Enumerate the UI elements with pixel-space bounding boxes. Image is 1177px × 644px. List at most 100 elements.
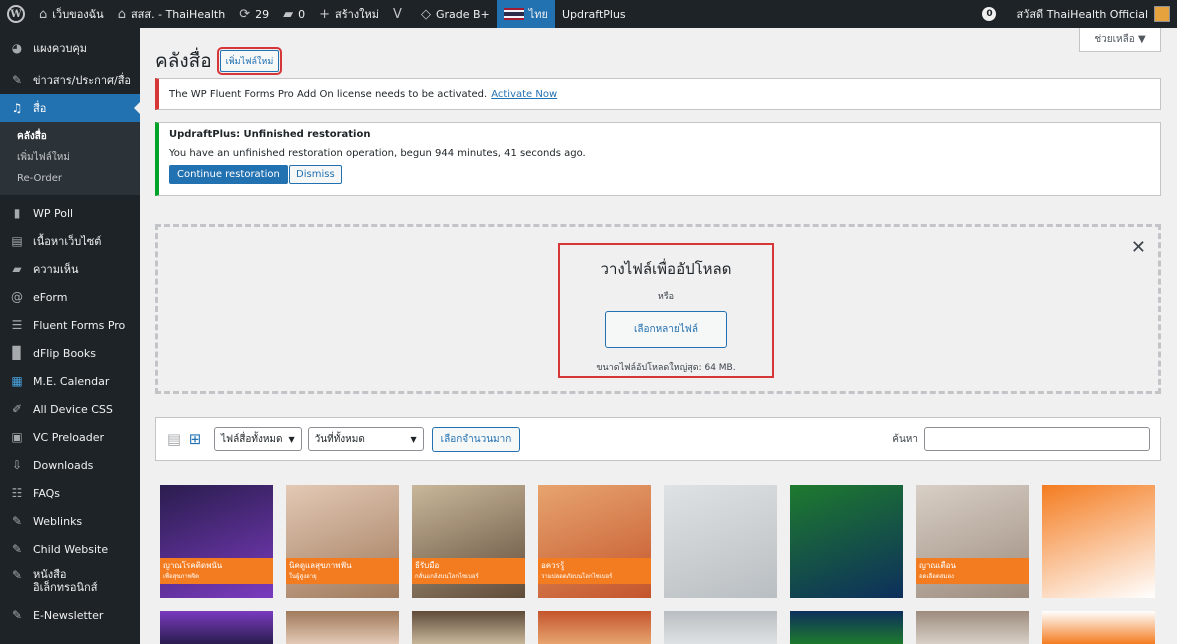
add-new-button[interactable]: เพิ่มไฟล์ใหม่ <box>216 47 283 75</box>
search-input[interactable] <box>924 427 1150 451</box>
media-thumbnail[interactable] <box>790 611 903 644</box>
grid-view-icon[interactable]: ⊞ <box>187 430 203 448</box>
select-files-button[interactable]: เลือกหลายไฟล์ <box>604 311 728 348</box>
sidebar-item-vc-preloader[interactable]: ▣ VC Preloader <box>0 423 140 451</box>
sidebar-item-dflip[interactable]: ▉ dFlip Books <box>0 339 140 367</box>
comment-icon: ▰ <box>12 262 22 276</box>
updraft-notice-text: You have an unfinished restoration opera… <box>169 148 586 159</box>
sidebar-item-label: M.E. Calendar <box>33 374 110 388</box>
sidebar-item-newsletter[interactable]: ✎ E-Newsletter <box>0 601 140 629</box>
media-thumbnail[interactable] <box>790 485 903 598</box>
sidebar-item-wp-poll[interactable]: ▮ WP Poll <box>0 199 140 227</box>
media-thumbnail[interactable] <box>538 611 651 644</box>
sidebar-item-fluent-forms[interactable]: ☰ Fluent Forms Pro <box>0 311 140 339</box>
media-thumbnail[interactable] <box>1042 611 1155 644</box>
sidebar-item-faqs[interactable]: ☷ FAQs <box>0 479 140 507</box>
poll-icon: ▮ <box>13 206 21 220</box>
updates-menu[interactable]: ⟳ 29 <box>232 0 276 28</box>
sidebar-item-label: แผงควบคุม <box>33 42 88 55</box>
language-label: ไทย <box>528 8 548 21</box>
grade-menu[interactable]: ◇ Grade B+ <box>414 0 497 28</box>
notifications-menu[interactable]: 0 <box>975 0 1009 28</box>
thumbnail-caption-title: นิคดูแลสุขภาพฟัน <box>289 561 352 570</box>
sidebar-item-child-website[interactable]: ✎ Child Website <box>0 535 140 563</box>
upload-max-size: ขนาดไฟล์อัปโหลดใหญ่สุด: 64 MB. <box>596 363 736 373</box>
media-thumbnail[interactable] <box>916 611 1029 644</box>
new-content-menu[interactable]: + สร้างใหม่ <box>312 0 386 28</box>
sidebar-item-dashboard[interactable]: ◕ แผงควบคุม <box>0 34 140 62</box>
submenu-item-library[interactable]: คลังสื่อ <box>0 126 140 147</box>
media-thumbnail[interactable] <box>160 611 273 644</box>
media-thumbnail[interactable] <box>1042 485 1155 598</box>
media-icon: ♫ <box>11 101 23 115</box>
comments-menu[interactable]: ▰ 0 <box>276 0 312 28</box>
upload-title: วางไฟล์เพื่ออัปโหลด <box>600 260 732 278</box>
site-name-menu[interactable]: ⌂ เว็บของฉัน <box>32 0 111 28</box>
list-view-icon[interactable]: ▤ <box>166 430 182 448</box>
thumbnail-caption: นิคดูแลสุขภาพฟัน ในผู้สูงอายุ <box>286 558 399 584</box>
media-thumbnail[interactable]: ญาณโรคติดพนัน เพื่อสุขภาพจิต <box>160 485 273 598</box>
book-icon: ▉ <box>12 346 22 360</box>
thumbnail-caption: ธีรับมือ กลั่นแกล้งบนโลกไซเบอร์ <box>412 558 525 584</box>
sidebar-item-downloads[interactable]: ⇩ Downloads <box>0 451 140 479</box>
visual-composer-menu[interactable]: V <box>386 0 414 28</box>
media-thumbnail[interactable] <box>286 611 399 644</box>
continue-restoration-button[interactable]: Continue restoration <box>169 165 288 184</box>
sidebar-item-news[interactable]: ✎ ข่าวสาร/ประกาศ/สื่อ <box>0 66 140 94</box>
media-thumbnail[interactable] <box>412 611 525 644</box>
main-content: ช่วยเหลือ ▼ คลังสื่อ เพิ่มไฟล์ใหม่ The W… <box>140 28 1177 644</box>
updates-icon: ⟳ <box>239 6 251 22</box>
media-thumbnail[interactable]: ธีรับมือ กลั่นแกล้งบนโลกไซเบอร์ <box>412 485 525 598</box>
sidebar-item-comments[interactable]: ▰ ความเห็น <box>0 255 140 283</box>
page-icon: ▤ <box>11 234 23 248</box>
help-tab-button[interactable]: ช่วยเหลือ ▼ <box>1079 28 1161 52</box>
media-thumbnail[interactable] <box>664 485 777 598</box>
submenu-item-reorder[interactable]: Re-Order <box>0 168 140 189</box>
sidebar-item-label: E-Newsletter <box>33 608 104 622</box>
media-thumbnail[interactable]: นิคดูแลสุขภาพฟัน ในผู้สูงอายุ <box>286 485 399 598</box>
updraftplus-menu[interactable]: UpdraftPlus <box>555 0 633 28</box>
upload-drop-zone[interactable]: ✕ วางไฟล์เพื่ออัปโหลด หรือ เลือกหลายไฟล์… <box>155 224 1161 394</box>
license-notice: The WP Fluent Forms Pro Add On license n… <box>155 78 1161 110</box>
greeting-label: สวัสดี ThaiHealth Official <box>1016 8 1148 21</box>
avatar <box>1154 6 1170 22</box>
date-filter[interactable]: วันที่ทั้งหมด ▼ <box>307 427 424 451</box>
sidebar-item-media[interactable]: ♫ สื่อ <box>0 94 140 122</box>
close-icon[interactable]: ✕ <box>1131 237 1146 258</box>
new-content-label: สร้างใหม่ <box>335 8 380 21</box>
home-icon: ⌂ <box>117 6 126 22</box>
media-thumbnail[interactable]: ญาณเตือน อดเลือดสมอง <box>916 485 1029 598</box>
sidebar-item-label: Weblinks <box>33 514 83 528</box>
wp-logo-menu[interactable]: W <box>0 0 32 28</box>
vc-icon: V <box>393 6 402 22</box>
bulk-select-button[interactable]: เลือกจำนวนมาก <box>431 426 521 452</box>
sidebar-item-weblinks[interactable]: ✎ Weblinks <box>0 507 140 535</box>
language-switcher[interactable]: ไทย <box>496 0 555 28</box>
chevron-down-icon: ▼ <box>288 434 295 444</box>
ebook-label-line1: หนังสือ <box>33 568 67 581</box>
sidebar-item-ebook[interactable]: ✎ หนังสือ อิเล็กทรอนิกส์ <box>0 563 140 601</box>
sidebar-item-calendar[interactable]: ▦ M.E. Calendar <box>0 367 140 395</box>
shield-icon: ◇ <box>420 6 431 22</box>
device-icon: ✐ <box>11 402 23 416</box>
plus-icon: + <box>319 6 330 22</box>
site-name-label: เว็บของฉัน <box>52 8 104 21</box>
form-icon: ☰ <box>11 318 23 332</box>
thumbnail-caption: ญาณโรคติดพนัน เพื่อสุขภาพจิต <box>160 558 273 584</box>
thumbnail-caption-title: ญาณเตือน <box>919 561 956 570</box>
sidebar-item-all-device-css[interactable]: ✐ All Device CSS <box>0 395 140 423</box>
media-thumbnail[interactable]: อควรรู้ วามปลอดภัยบนโลกไซเบอร์ <box>538 485 651 598</box>
sidebar-item-label: dFlip Books <box>33 346 97 360</box>
site2-label: สสส. - ThaiHealth <box>130 8 226 21</box>
media-thumbnail[interactable] <box>664 611 777 644</box>
activate-now-link[interactable]: Activate Now <box>491 89 557 100</box>
sidebar-item-eform[interactable]: @ eForm <box>0 283 140 311</box>
submenu-item-add-new[interactable]: เพิ่มไฟล์ใหม่ <box>0 147 140 168</box>
thumbnail-caption: อควรรู้ วามปลอดภัยบนโลกไซเบอร์ <box>538 558 651 584</box>
media-type-filter[interactable]: ไฟล์สื่อทั้งหมด ▼ <box>214 427 302 451</box>
dismiss-button[interactable]: Dismiss <box>289 165 342 184</box>
comments-count: 0 <box>298 7 306 21</box>
sidebar-item-pages[interactable]: ▤ เนื้อหาเว็บไซต์ <box>0 227 140 255</box>
site2-menu[interactable]: ⌂ สสส. - ThaiHealth <box>111 0 232 28</box>
my-account-menu[interactable]: สวัสดี ThaiHealth Official <box>1009 0 1177 28</box>
